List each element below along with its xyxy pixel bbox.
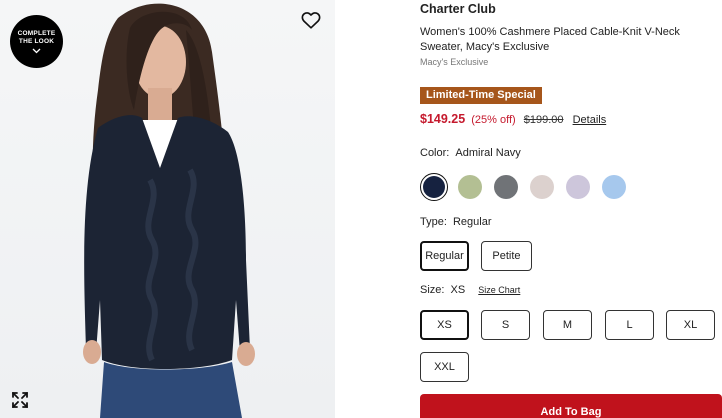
- size-chart-link[interactable]: Size Chart: [478, 285, 520, 295]
- color-swatch[interactable]: [420, 173, 448, 201]
- details-link[interactable]: Details: [573, 114, 607, 126]
- size-option-xxl[interactable]: XXL: [420, 352, 469, 382]
- size-label: Size: XS Size Chart: [420, 284, 520, 296]
- color-swatch[interactable]: [456, 173, 484, 201]
- selected-size: XS: [450, 284, 466, 296]
- selected-type: Regular: [452, 216, 492, 228]
- color-swatch-dot: [566, 175, 590, 199]
- color-swatch-dot: [423, 176, 445, 198]
- color-label: Color: Admiral Navy: [420, 147, 521, 159]
- type-label: Type: Regular: [420, 216, 492, 228]
- color-swatch-dot: [602, 175, 626, 199]
- size-option-l[interactable]: L: [605, 310, 654, 340]
- size-option-xs[interactable]: XS: [420, 310, 469, 340]
- chevron-down-icon: [32, 48, 41, 53]
- size-option-m[interactable]: M: [543, 310, 592, 340]
- expand-icon[interactable]: [11, 391, 29, 409]
- type-option-petite[interactable]: Petite: [481, 241, 532, 271]
- size-option-xl[interactable]: XL: [666, 310, 715, 340]
- color-swatch[interactable]: [492, 173, 520, 201]
- color-swatch[interactable]: [528, 173, 556, 201]
- seller-label: Macy's Exclusive: [420, 57, 489, 67]
- color-swatch[interactable]: [564, 173, 592, 201]
- size-option-s[interactable]: S: [481, 310, 530, 340]
- complete-look-label-1: COMPLETE: [17, 29, 56, 37]
- price-row: $149.25 (25% off) $199.00 Details: [420, 112, 606, 126]
- percent-off: (25% off): [471, 114, 516, 126]
- color-swatch-dot: [530, 175, 554, 199]
- sale-price: $149.25: [420, 112, 466, 126]
- type-option-regular[interactable]: Regular: [420, 241, 469, 271]
- size-label-text: Size:: [420, 284, 445, 296]
- product-image[interactable]: COMPLETE THE LOOK: [0, 0, 335, 418]
- product-title: Women's 100% Cashmere Placed Cable-Knit …: [420, 26, 680, 53]
- color-swatch[interactable]: [600, 173, 628, 201]
- heart-icon[interactable]: [300, 9, 322, 31]
- promo-badge: Limited-Time Special: [420, 87, 542, 104]
- color-label-text: Color:: [420, 147, 450, 159]
- complete-look-label-2: THE LOOK: [18, 37, 55, 45]
- brand-name[interactable]: Charter Club: [420, 2, 496, 16]
- product-details-panel: Charter Club Women's 100% Cashmere Place…: [420, 0, 722, 418]
- original-price: $199.00: [523, 114, 564, 126]
- selected-color: Admiral Navy: [455, 147, 521, 159]
- complete-the-look-button[interactable]: COMPLETE THE LOOK: [10, 15, 63, 68]
- color-swatch-dot: [494, 175, 518, 199]
- type-label-text: Type:: [420, 216, 447, 228]
- add-to-bag-button[interactable]: Add To Bag: [420, 394, 722, 418]
- color-swatch-dot: [458, 175, 482, 199]
